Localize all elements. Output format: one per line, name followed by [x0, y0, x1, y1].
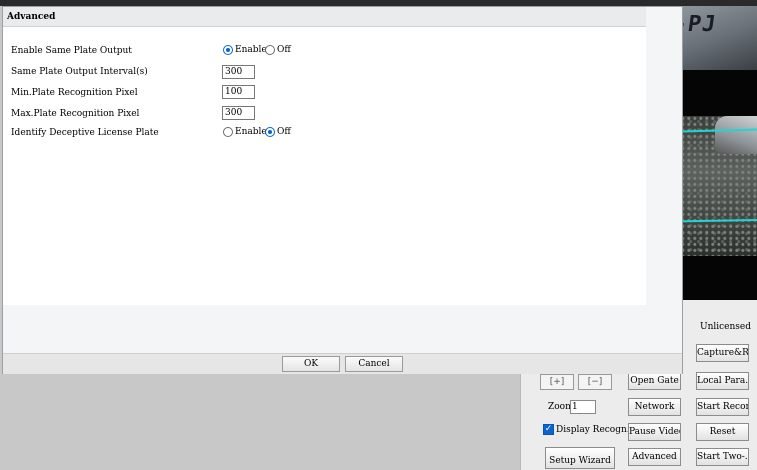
max-plate-pixel-label: Max.Plate Recognition Pixel	[11, 109, 140, 119]
network-button[interactable]: Network	[628, 398, 681, 416]
zoom-input[interactable]: 1	[570, 400, 596, 414]
deceptive-plate-enable-label: Enable	[235, 127, 267, 137]
same-plate-output-enable-label: Enable	[235, 45, 267, 55]
same-plate-output-enable-radio[interactable]	[223, 45, 233, 55]
advanced-dialog: Advanced Enable Same Plate Output Enable…	[2, 6, 683, 374]
start-two-button[interactable]: Start Two-...	[696, 448, 749, 466]
min-plate-pixel-input[interactable]: 100	[222, 85, 255, 99]
local-params-button[interactable]: Local Para...	[696, 372, 749, 390]
same-plate-output-label: Enable Same Plate Output	[11, 46, 132, 56]
dialog-footer: OK Cancel	[3, 353, 682, 374]
same-plate-output-off-label: Off	[277, 45, 291, 55]
dialog-lower-area	[3, 305, 682, 353]
zoom-out-button[interactable]: [−]	[578, 374, 612, 390]
zoom-in-button[interactable]: [+]	[540, 374, 574, 390]
vehicle-shape	[715, 116, 757, 154]
dialog-body: Enable Same Plate Output Enable Off Same…	[3, 27, 646, 305]
open-gate-button[interactable]: Open Gate	[628, 372, 681, 390]
deceptive-plate-off-label: Off	[277, 127, 291, 137]
pause-video-button[interactable]: Pause Video	[628, 423, 681, 441]
same-plate-output-off-radio[interactable]	[265, 45, 275, 55]
deceptive-plate-enable-radio[interactable]	[223, 127, 233, 137]
deceptive-plate-label: Identify Deceptive License Plate	[11, 128, 159, 138]
dialog-title: Advanced	[3, 7, 646, 27]
setup-wizard-button[interactable]: Setup Wizard	[545, 447, 615, 469]
reset-button[interactable]: Reset	[696, 423, 749, 441]
deceptive-plate-off-radio[interactable]	[265, 127, 275, 137]
display-recognition-checkbox[interactable]: ✓	[543, 424, 554, 435]
zoom-in-icon: [+]	[549, 377, 565, 387]
license-status: Unlicensed	[700, 322, 752, 332]
output-interval-input[interactable]: 300	[222, 65, 255, 79]
cancel-button[interactable]: Cancel	[345, 356, 403, 372]
display-recognition-label: Display Recogn...	[556, 425, 636, 435]
zoom-out-icon: [−]	[587, 377, 603, 387]
output-interval-label: Same Plate Output Interval(s)	[11, 67, 148, 77]
capture-button[interactable]: Capture&R...	[696, 344, 749, 362]
ok-button[interactable]: OK	[282, 356, 340, 372]
min-plate-pixel-label: Min.Plate Recognition Pixel	[11, 88, 138, 98]
max-plate-pixel-input[interactable]: 300	[222, 106, 255, 120]
advanced-button[interactable]: Advanced	[628, 448, 681, 466]
start-recording-button[interactable]: Start Recordi	[696, 398, 749, 416]
